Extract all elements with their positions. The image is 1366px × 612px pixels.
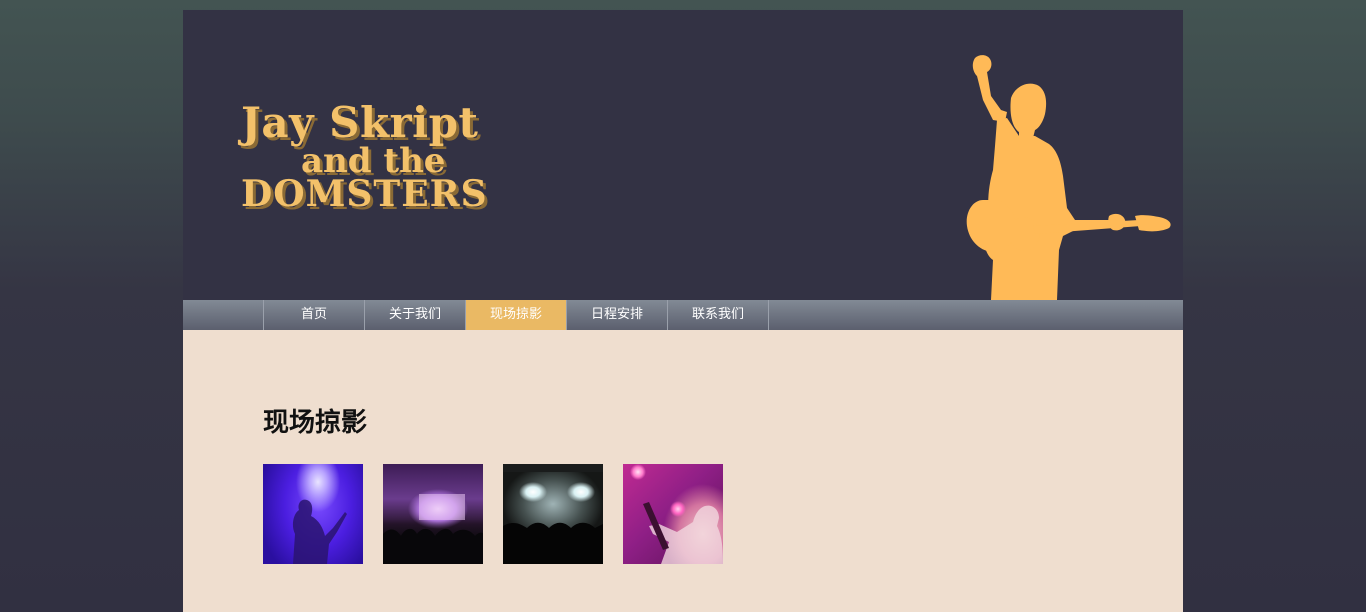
nav-list: 首页 关于我们 现场掠影 日程安排 联系我们 — [263, 300, 769, 330]
concert-photo-3[interactable] — [503, 464, 603, 564]
nav-item-home[interactable]: 首页 — [264, 300, 365, 330]
main-nav: 首页 关于我们 现场掠影 日程安排 联系我们 — [183, 300, 1183, 330]
nav-item-photos[interactable]: 现场掠影 — [466, 300, 567, 330]
photo-4-guitarist — [643, 502, 723, 564]
nav-item-contact[interactable]: 联系我们 — [668, 300, 769, 330]
page-wrapper: Jay Skript and the DOMSTERS 首页 关于我们 现场掠影… — [183, 10, 1183, 612]
page-title: 现场掠影 — [263, 408, 368, 438]
logo-line-3: DOMSTERS — [241, 173, 488, 215]
nav-item-about[interactable]: 关于我们 — [365, 300, 466, 330]
concert-photo-1[interactable] — [263, 464, 363, 564]
concert-photo-2[interactable] — [383, 464, 483, 564]
photo-2-crowd — [383, 494, 483, 564]
photo-3-stage — [503, 464, 603, 564]
photo-1-figure — [292, 499, 347, 564]
site-header: Jay Skript and the DOMSTERS — [183, 10, 1183, 300]
logo-line-1: Jay Skript — [241, 98, 479, 147]
band-logo[interactable]: Jay Skript and the DOMSTERS — [241, 102, 519, 214]
main-content: 现场掠影 — [183, 330, 1183, 612]
guitarist-silhouette-icon — [966, 55, 1171, 300]
concert-photo-4[interactable] — [623, 464, 723, 564]
nav-item-schedule[interactable]: 日程安排 — [567, 300, 668, 330]
